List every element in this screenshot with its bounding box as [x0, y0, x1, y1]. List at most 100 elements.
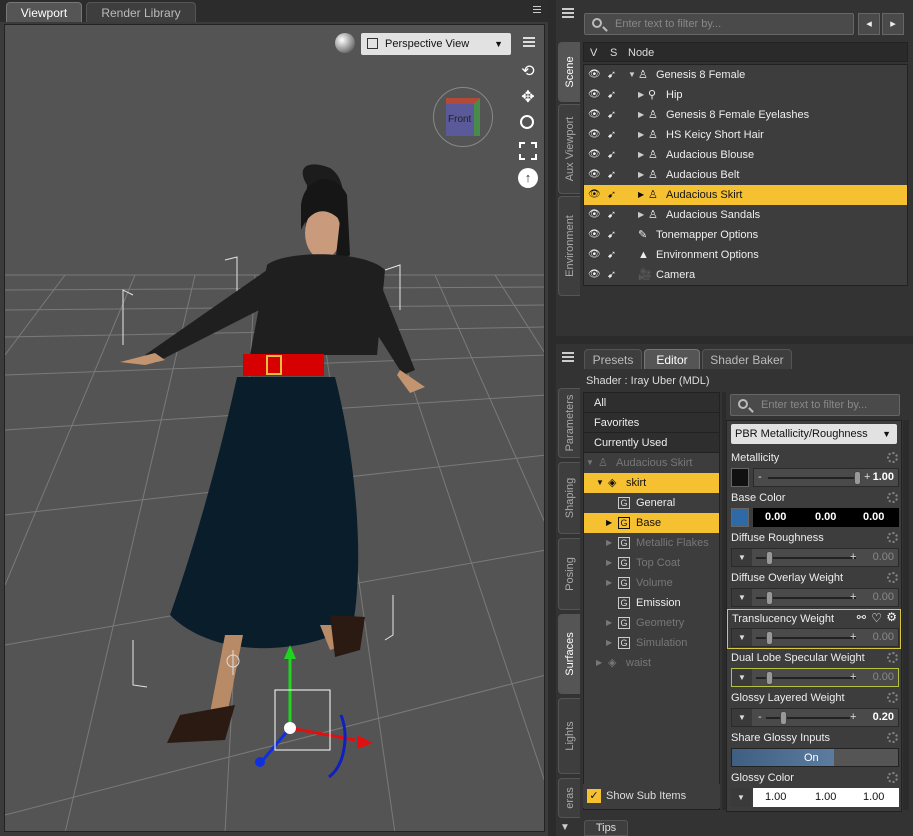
tab-surfaces[interactable]: Surfaces: [558, 614, 580, 694]
slider-knob[interactable]: [766, 551, 773, 565]
eye-icon[interactable]: 👁: [588, 228, 604, 242]
tab-aux-viewport[interactable]: Aux Viewport: [558, 104, 580, 194]
base-color-g[interactable]: 0.00: [815, 508, 836, 527]
surface-tree-item[interactable]: Currently Used: [584, 433, 719, 453]
link-icon[interactable]: ⚯: [857, 611, 866, 624]
toggle-thumb[interactable]: [834, 749, 898, 766]
tab-presets[interactable]: Presets: [584, 349, 642, 369]
tab-render-library[interactable]: Render Library: [86, 2, 196, 22]
eye-icon[interactable]: 👁: [588, 268, 604, 282]
eye-icon[interactable]: 👁: [588, 128, 604, 142]
chevron-right-icon[interactable]: ▶: [638, 85, 644, 105]
collapse-icon[interactable]: ◂: [858, 13, 880, 35]
base-color-values[interactable]: 0.00 0.00 0.00: [753, 508, 899, 527]
tab-shaping[interactable]: Shaping: [558, 462, 580, 534]
diffuse-overlay-value[interactable]: 0.00: [873, 589, 894, 606]
surface-tree-item[interactable]: ▶ G Simulation: [584, 633, 719, 653]
slider-knob[interactable]: [854, 471, 861, 485]
tab-tips[interactable]: Tips: [584, 820, 628, 836]
surface-tree-item[interactable]: ▶ G Top Coat: [584, 553, 719, 573]
chevron-down-icon[interactable]: ▼: [628, 65, 636, 85]
chevron-down-icon[interactable]: ▼: [731, 788, 751, 807]
plus-icon[interactable]: +: [850, 589, 856, 606]
chevron-right-icon[interactable]: ▶: [596, 653, 602, 673]
slider-knob[interactable]: [780, 711, 787, 725]
expand-icon[interactable]: ▸: [882, 13, 904, 35]
select-arrow-icon[interactable]: ➹: [607, 148, 623, 162]
surface-tree-item[interactable]: ▼ ♙ Audacious Skirt: [584, 453, 719, 473]
glossy-color-values[interactable]: 1.00 1.00 1.00: [753, 788, 899, 807]
property-scrollbar[interactable]: [903, 420, 909, 810]
select-arrow-icon[interactable]: ➹: [607, 108, 623, 122]
scene-filter-input[interactable]: Enter text to filter by...: [584, 13, 854, 35]
chevron-down-icon[interactable]: ▼: [596, 473, 604, 493]
tab-environment[interactable]: Environment: [558, 196, 580, 296]
metallicity-slider[interactable]: - + 1.00: [753, 468, 899, 487]
scene-node-row[interactable]: 👁 ➹ ▶ ♙ Audacious Sandals: [584, 205, 907, 225]
surface-tree-item[interactable]: ▶ G Base: [584, 513, 719, 533]
select-arrow-icon[interactable]: ➹: [607, 228, 623, 242]
surface-filter-input[interactable]: Enter text to filter by...: [730, 394, 900, 416]
gear-icon[interactable]: [887, 492, 898, 503]
zoom-icon[interactable]: [520, 115, 534, 129]
plus-icon[interactable]: +: [850, 549, 856, 566]
scene-node-row[interactable]: 👁 ➹ ▼ ♙ Genesis 8 Female: [584, 65, 907, 85]
scene-node-row[interactable]: 👁 ➹ ▶ ♙ HS Keicy Short Hair: [584, 125, 907, 145]
scene-node-row[interactable]: 👁 ➹ ▶ ♙ Audacious Skirt: [584, 185, 907, 205]
glossy-layered-value[interactable]: 0.20: [873, 709, 894, 726]
home-icon[interactable]: ↑: [518, 168, 538, 188]
gear-icon[interactable]: [887, 652, 898, 663]
metallicity-value[interactable]: 1.00: [873, 469, 894, 486]
plus-icon[interactable]: +: [850, 669, 856, 686]
minus-icon[interactable]: -: [758, 469, 762, 486]
diffuse-roughness-value[interactable]: 0.00: [873, 549, 894, 566]
mode-select[interactable]: PBR Metallicity/Roughness ▼: [731, 424, 897, 444]
dual-lobe-slider[interactable]: ▼ + 0.00: [731, 668, 899, 687]
surface-tree-item[interactable]: ▼ ◈ skirt: [584, 473, 719, 493]
pan-icon[interactable]: ✥: [517, 87, 539, 107]
eye-icon[interactable]: 👁: [588, 248, 604, 262]
chevron-right-icon[interactable]: ▶: [606, 513, 612, 533]
chevron-right-icon[interactable]: ▶: [638, 205, 644, 225]
glossy-color-r[interactable]: 1.00: [765, 788, 786, 807]
chevron-right-icon[interactable]: ▶: [606, 573, 612, 593]
chevron-right-icon[interactable]: ▶: [606, 633, 612, 653]
tab-editor[interactable]: Editor: [644, 349, 700, 369]
dual-lobe-value[interactable]: 0.00: [873, 669, 894, 686]
chevron-down-icon[interactable]: ▼: [586, 453, 594, 473]
gear-icon[interactable]: [887, 692, 898, 703]
gear-icon[interactable]: ⚙: [886, 610, 897, 624]
plus-icon[interactable]: +: [850, 709, 856, 726]
slider-knob[interactable]: [766, 591, 773, 605]
select-arrow-icon[interactable]: ➹: [607, 168, 623, 182]
tab-parameters[interactable]: Parameters: [558, 388, 580, 458]
surface-tree-item[interactable]: G Emission: [584, 593, 719, 613]
base-color-r[interactable]: 0.00: [765, 508, 786, 527]
slider-knob[interactable]: [766, 631, 773, 645]
color-swatch[interactable]: [731, 468, 749, 487]
select-arrow-icon[interactable]: ➹: [607, 188, 623, 202]
chevron-right-icon[interactable]: ▶: [638, 105, 644, 125]
scene-node-row[interactable]: 👁 ➹ ▶ ♙ Audacious Blouse: [584, 145, 907, 165]
scene-node-row[interactable]: 👁 ➹ ▶ ♙ Genesis 8 Female Eyelashes: [584, 105, 907, 125]
translucency-value[interactable]: 0.00: [873, 629, 894, 646]
color-swatch[interactable]: [731, 508, 749, 527]
select-arrow-icon[interactable]: ➹: [607, 268, 623, 282]
gear-icon[interactable]: [887, 572, 898, 583]
translucency-slider[interactable]: ▼ + 0.00: [731, 628, 899, 647]
tab-shader-baker[interactable]: Shader Baker: [702, 349, 792, 369]
scene-node-row[interactable]: 👁 ➹ ▶ ⚲ Hip: [584, 85, 907, 105]
select-arrow-icon[interactable]: ➹: [607, 128, 623, 142]
eye-icon[interactable]: 👁: [588, 148, 604, 162]
tab-posing[interactable]: Posing: [558, 538, 580, 610]
tab-viewport[interactable]: Viewport: [6, 2, 82, 22]
view-cube[interactable]: Front: [433, 87, 493, 147]
heart-icon[interactable]: ♡: [871, 611, 882, 625]
viewport-3d[interactable]: Perspective View ▼ ⟲ ✥ ↑ Front: [4, 24, 545, 832]
surfaces-menu-icon[interactable]: [562, 350, 576, 364]
select-arrow-icon[interactable]: ➹: [607, 88, 623, 102]
eye-icon[interactable]: 👁: [588, 168, 604, 182]
gear-icon[interactable]: [887, 452, 898, 463]
glossy-color-g[interactable]: 1.00: [815, 788, 836, 807]
eye-icon[interactable]: 👁: [588, 208, 604, 222]
